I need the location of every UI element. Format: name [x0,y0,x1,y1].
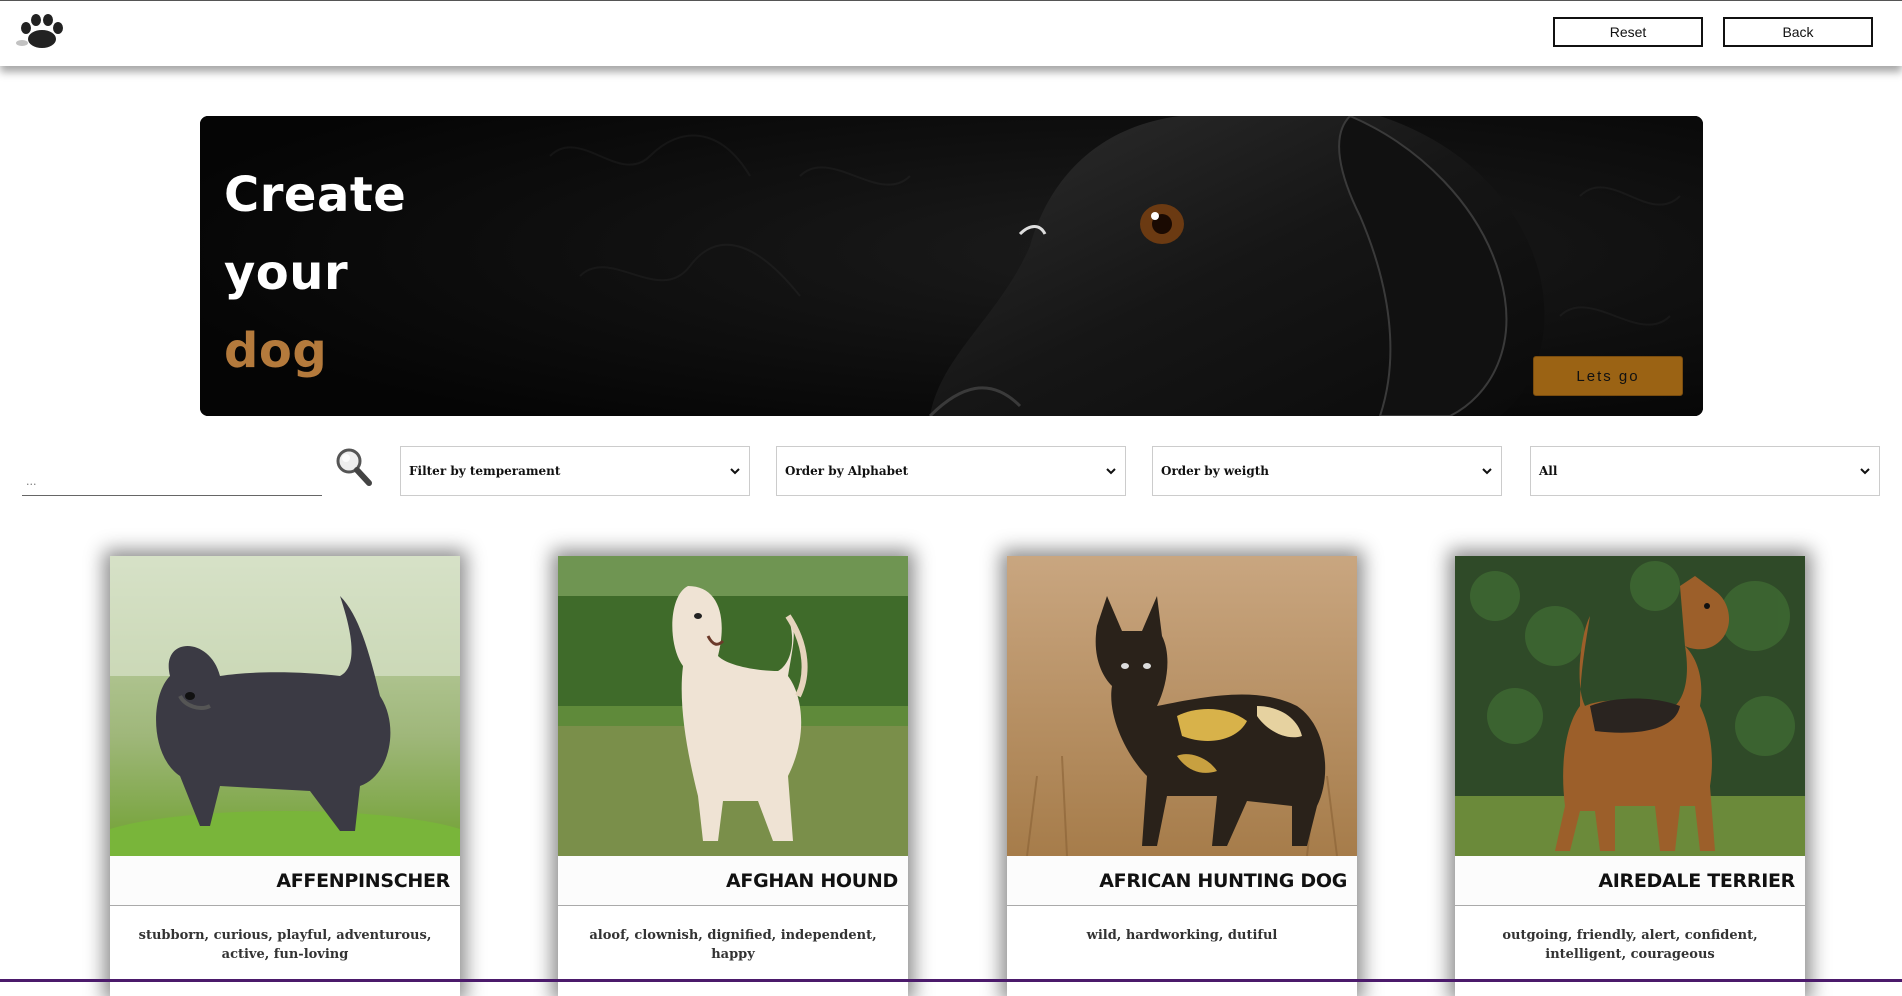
dog-card-name: AFFENPINSCHER [110,856,460,906]
hero-title-line-2: your [224,245,349,301]
dog-card[interactable]: AFGHAN HOUND aloof, clownish, dignified,… [558,556,908,996]
black-dog-banner-image [200,116,1703,416]
chevron-down-icon [1860,468,1870,475]
alphabet-order-select[interactable]: Order by Alphabet [776,446,1126,496]
dog-card[interactable]: AFRICAN HUNTING DOG wild, hardworking, d… [1007,556,1357,996]
afghan-hound-photo [558,556,908,856]
airedale-terrier-photo [1455,556,1805,856]
hero-title-line-1: Create [224,167,407,223]
source-filter-value: All [1539,464,1558,478]
back-button[interactable]: Back [1723,17,1873,47]
temperament-filter-select[interactable]: Filter by temperament [400,446,750,496]
hero-title-line-3: dog [224,323,328,379]
dog-card[interactable]: AIREDALE TERRIER outgoing, friendly, ale… [1455,556,1805,996]
alphabet-order-value: Order by Alphabet [785,464,909,478]
weight-order-value: Order by weigth [1161,464,1270,478]
chevron-down-icon [1482,468,1492,475]
search-input[interactable] [22,468,322,496]
dog-card[interactable]: AFFENPINSCHER stubborn, curious, playful… [110,556,460,996]
temperament-filter-value: Filter by temperament [409,464,561,478]
dog-card-name: AFGHAN HOUND [558,856,908,906]
chevron-down-icon [1106,468,1116,475]
reset-button[interactable]: Reset [1553,17,1703,47]
top-navbar: Reset Back [0,0,1902,66]
paw-logo-icon[interactable] [12,11,70,51]
search-icon[interactable] [334,446,374,488]
dog-card-name: AFRICAN HUNTING DOG [1007,856,1357,906]
affenpinscher-photo [110,556,460,856]
dog-card-temperament: wild, hardworking, dutiful [1086,928,1278,943]
chevron-down-icon [730,468,740,475]
weight-order-select[interactable]: Order by weigth [1152,446,1502,496]
create-dog-banner: Create your dog Lets go [200,116,1703,416]
dog-card-temperament: stubborn, curious, playful, adventurous,… [138,928,432,962]
dog-card-temperament: aloof, clownish, dignified, independent,… [589,928,877,962]
source-filter-select[interactable]: All [1530,446,1880,496]
hero-title: Create your dog [224,156,406,390]
african-hunting-dog-photo [1007,556,1357,856]
lets-go-button[interactable]: Lets go [1533,356,1683,396]
dog-card-temperament: outgoing, friendly, alert, confident, in… [1502,928,1758,962]
dog-card-name: AIREDALE TERRIER [1455,856,1805,906]
